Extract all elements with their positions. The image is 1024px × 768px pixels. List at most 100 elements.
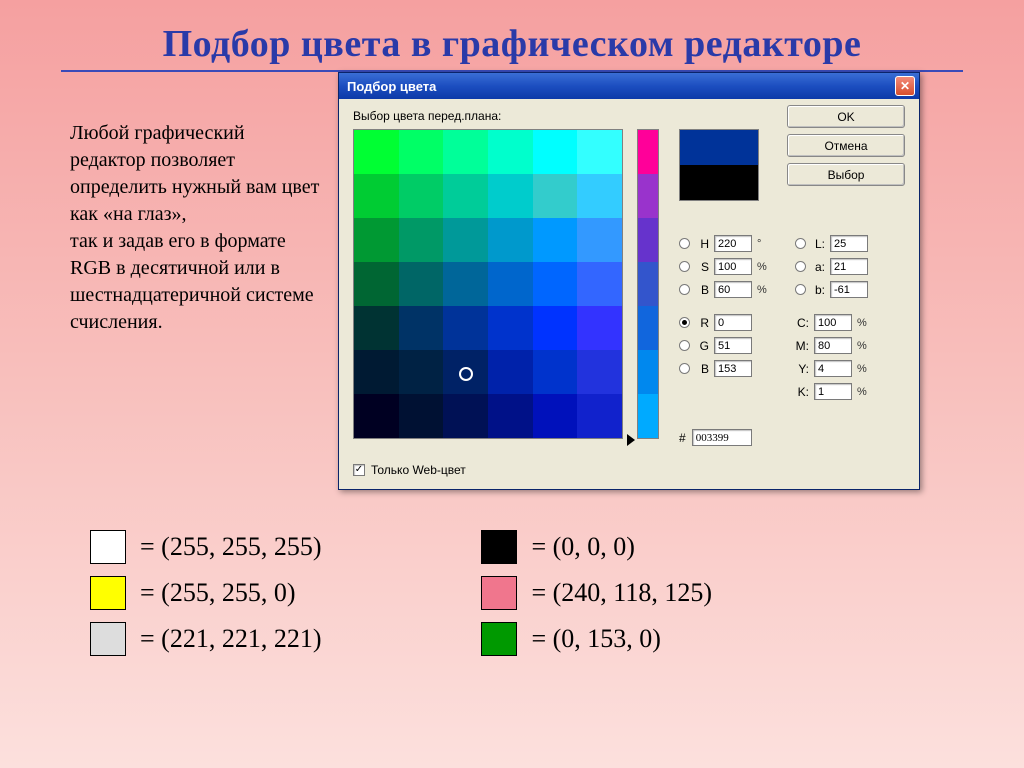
palette-swatch[interactable] — [399, 262, 444, 306]
label-blue: B — [695, 362, 709, 376]
label-l: L: — [811, 237, 825, 251]
radio-s[interactable] — [679, 261, 690, 272]
hue-swatch[interactable] — [638, 262, 658, 306]
radio-b[interactable] — [795, 284, 806, 295]
palette-swatch[interactable] — [488, 306, 533, 350]
input-g[interactable] — [714, 337, 752, 354]
label-b: b: — [811, 283, 825, 297]
palette-swatch[interactable] — [488, 394, 533, 438]
color-palette[interactable] — [353, 129, 623, 439]
radio-a[interactable] — [795, 261, 806, 272]
input-s[interactable] — [714, 258, 752, 275]
palette-swatch[interactable] — [354, 262, 399, 306]
palette-swatch[interactable] — [443, 394, 488, 438]
sample-swatch — [481, 530, 517, 564]
palette-swatch[interactable] — [443, 306, 488, 350]
label-y: Y: — [795, 362, 809, 376]
palette-swatch[interactable] — [443, 350, 488, 394]
palette-swatch[interactable] — [399, 350, 444, 394]
input-c[interactable] — [814, 314, 852, 331]
input-m[interactable] — [814, 337, 852, 354]
label-c: C: — [795, 316, 809, 330]
palette-swatch[interactable] — [577, 218, 622, 262]
unit-pct5: % — [857, 363, 867, 375]
palette-swatch[interactable] — [399, 306, 444, 350]
palette-swatch[interactable] — [577, 130, 622, 174]
palette-swatch[interactable] — [443, 174, 488, 218]
label-a: a: — [811, 260, 825, 274]
hue-swatch[interactable] — [638, 350, 658, 394]
palette-swatch[interactable] — [577, 262, 622, 306]
palette-swatch[interactable] — [533, 130, 578, 174]
input-b[interactable] — [830, 281, 868, 298]
radio-blue[interactable] — [679, 363, 690, 374]
close-icon[interactable]: ✕ — [895, 76, 915, 96]
radio-l[interactable] — [795, 238, 806, 249]
palette-swatch[interactable] — [577, 306, 622, 350]
web-only-label: Только Web-цвет — [371, 463, 466, 477]
palette-swatch[interactable] — [577, 350, 622, 394]
hue-strip[interactable] — [637, 129, 659, 439]
sample-value: = (221, 221, 221) — [140, 624, 321, 654]
hue-swatch[interactable] — [638, 130, 658, 174]
radio-g[interactable] — [679, 340, 690, 351]
radio-h[interactable] — [679, 238, 690, 249]
palette-swatch[interactable] — [533, 218, 578, 262]
color-sample: = (255, 255, 255) — [90, 530, 321, 564]
palette-swatch[interactable] — [399, 394, 444, 438]
select-button[interactable]: Выбор — [787, 163, 905, 186]
palette-swatch[interactable] — [354, 350, 399, 394]
dialog-titlebar[interactable]: Подбор цвета ✕ — [339, 73, 919, 99]
input-blue[interactable] — [714, 360, 752, 377]
palette-swatch[interactable] — [443, 218, 488, 262]
input-y[interactable] — [814, 360, 852, 377]
radio-bv[interactable] — [679, 284, 690, 295]
radio-r[interactable] — [679, 317, 690, 328]
palette-swatch[interactable] — [488, 350, 533, 394]
palette-swatch[interactable] — [488, 130, 533, 174]
ok-button[interactable]: OK — [787, 105, 905, 128]
input-bv[interactable] — [714, 281, 752, 298]
hue-pointer-icon — [627, 434, 635, 446]
palette-swatch[interactable] — [354, 174, 399, 218]
hue-swatch[interactable] — [638, 218, 658, 262]
sample-value: = (0, 153, 0) — [531, 624, 660, 654]
palette-swatch[interactable] — [533, 394, 578, 438]
input-l[interactable] — [830, 235, 868, 252]
input-r[interactable] — [714, 314, 752, 331]
palette-swatch[interactable] — [533, 262, 578, 306]
input-h[interactable] — [714, 235, 752, 252]
palette-swatch[interactable] — [399, 218, 444, 262]
input-a[interactable] — [830, 258, 868, 275]
palette-swatch[interactable] — [488, 262, 533, 306]
palette-swatch[interactable] — [577, 394, 622, 438]
hue-swatch[interactable] — [638, 174, 658, 218]
palette-swatch[interactable] — [399, 130, 444, 174]
unit-pct3: % — [857, 317, 867, 329]
checkbox-web-only[interactable] — [353, 464, 365, 476]
label-bv: B — [695, 283, 709, 297]
palette-swatch[interactable] — [533, 174, 578, 218]
slide-title: Подбор цвета в графическом редакторе — [0, 0, 1024, 66]
hue-swatch[interactable] — [638, 394, 658, 438]
palette-swatch[interactable] — [354, 130, 399, 174]
palette-swatch[interactable] — [354, 218, 399, 262]
palette-swatch[interactable] — [399, 174, 444, 218]
palette-swatch[interactable] — [488, 218, 533, 262]
hue-swatch[interactable] — [638, 306, 658, 350]
input-k[interactable] — [814, 383, 852, 400]
input-hex[interactable] — [692, 429, 752, 446]
color-sample: = (0, 153, 0) — [481, 622, 712, 656]
palette-swatch[interactable] — [354, 394, 399, 438]
sample-swatch — [90, 530, 126, 564]
palette-swatch[interactable] — [533, 350, 578, 394]
palette-swatch[interactable] — [443, 130, 488, 174]
palette-swatch[interactable] — [443, 262, 488, 306]
cancel-button[interactable]: Отмена — [787, 134, 905, 157]
unit-pct2: % — [757, 284, 767, 296]
palette-swatch[interactable] — [488, 174, 533, 218]
palette-swatch[interactable] — [354, 306, 399, 350]
palette-swatch[interactable] — [577, 174, 622, 218]
palette-swatch[interactable] — [533, 306, 578, 350]
sample-value: = (255, 255, 255) — [140, 532, 321, 562]
